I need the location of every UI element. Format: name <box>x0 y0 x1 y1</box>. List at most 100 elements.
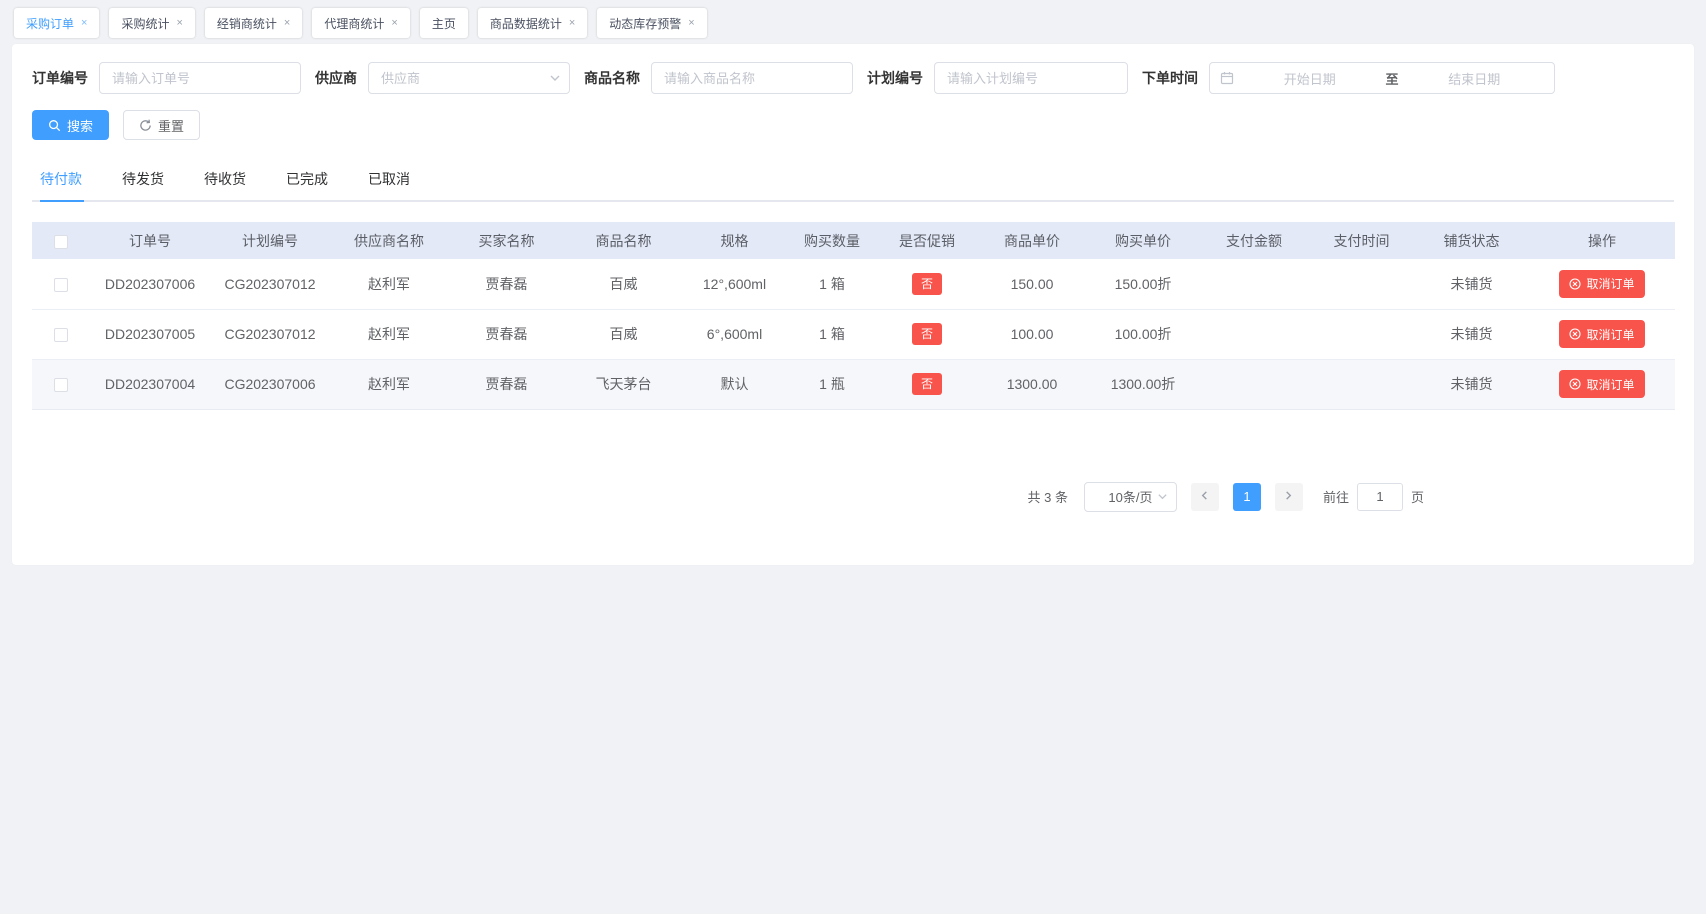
action-buttons: 搜索 重置 <box>32 110 1674 140</box>
select-all-checkbox[interactable] <box>54 235 68 249</box>
cell-supplier: 赵利军 <box>330 359 448 409</box>
cell-buy-price: 1300.00折 <box>1087 359 1199 409</box>
tab-cancelled[interactable]: 已取消 <box>348 162 430 200</box>
cancel-order-button[interactable]: 取消订单 <box>1559 370 1644 398</box>
cancel-icon <box>1569 378 1581 390</box>
page-number-current[interactable]: 1 <box>1233 483 1261 511</box>
tag-dealer-stats[interactable]: 经销商统计 × <box>205 8 302 38</box>
order-time-label: 下单时间 <box>1142 68 1198 88</box>
row-checkbox[interactable] <box>54 378 68 392</box>
order-no-label: 订单编号 <box>32 68 88 88</box>
col-buy-price: 购买单价 <box>1087 222 1199 259</box>
close-icon[interactable]: × <box>391 18 397 29</box>
tag-product-data-stats[interactable]: 商品数据统计 × <box>478 8 587 38</box>
cell-buy-price: 150.00折 <box>1087 259 1199 309</box>
col-qty: 购买数量 <box>787 222 877 259</box>
cell-product: 百威 <box>565 259 682 309</box>
cell-buyer: 贾春磊 <box>448 359 565 409</box>
cell-spec: 12°,600ml <box>682 259 787 309</box>
tab-pending-payment[interactable]: 待付款 <box>32 162 102 200</box>
close-icon[interactable]: × <box>284 18 290 29</box>
close-icon[interactable]: × <box>81 18 87 29</box>
row-checkbox[interactable] <box>54 278 68 292</box>
tag-label: 动态库存预警 <box>609 15 681 32</box>
filter-order-no: 订单编号 <box>32 62 301 94</box>
filter-plan-no: 计划编号 <box>867 62 1128 94</box>
close-icon[interactable]: × <box>569 18 575 29</box>
tag-agent-stats[interactable]: 代理商统计 × <box>312 8 409 38</box>
tag-label: 经销商统计 <box>217 15 277 32</box>
cell-plan-no: CG202307006 <box>210 359 330 409</box>
cell-spec: 6°,600ml <box>682 309 787 359</box>
tag-bar: 采购订单 × 采购统计 × 经销商统计 × 代理商统计 × 主页 商品数据统计 … <box>0 0 1706 44</box>
reset-button[interactable]: 重置 <box>123 110 200 140</box>
order-no-input[interactable] <box>99 62 301 94</box>
cancel-order-button[interactable]: 取消订单 <box>1559 270 1644 298</box>
cancel-order-label: 取消订单 <box>1586 275 1634 292</box>
cell-buy-price: 100.00折 <box>1087 309 1199 359</box>
cell-stock-status: 未铺货 <box>1414 259 1529 309</box>
cell-buyer: 贾春磊 <box>448 259 565 309</box>
pagination: 共 3 条 10条/页 1 前往 页 <box>32 482 1674 512</box>
supplier-label: 供应商 <box>315 68 357 88</box>
cell-pay-amount <box>1199 259 1309 309</box>
table-row: DD202307005 CG202307012 赵利军 贾春磊 百威 6°,60… <box>32 309 1675 359</box>
goto-suffix: 页 <box>1411 487 1424 506</box>
order-status-tabs: 待付款 待发货 待收货 已完成 已取消 <box>32 162 1674 202</box>
page-size-select[interactable]: 10条/页 <box>1084 482 1177 512</box>
col-supplier: 供应商名称 <box>330 222 448 259</box>
filter-product-name: 商品名称 <box>584 62 853 94</box>
search-icon <box>48 119 61 132</box>
tag-purchase-stats[interactable]: 采购统计 × <box>109 8 194 38</box>
goto-page-input[interactable] <box>1357 483 1403 511</box>
tag-label: 采购统计 <box>121 15 169 32</box>
col-promo: 是否促销 <box>877 222 977 259</box>
col-stock-status: 铺货状态 <box>1414 222 1529 259</box>
prev-page-button[interactable] <box>1191 483 1219 511</box>
cell-pay-amount <box>1199 309 1309 359</box>
tab-completed[interactable]: 已完成 <box>266 162 348 200</box>
tag-home[interactable]: 主页 <box>420 8 468 38</box>
plan-no-input[interactable] <box>934 62 1128 94</box>
goto-page: 前往 页 <box>1323 483 1424 511</box>
tag-stock-warning[interactable]: 动态库存预警 × <box>597 8 706 38</box>
end-date-placeholder[interactable]: 结束日期 <box>1405 69 1545 88</box>
tag-purchase-orders[interactable]: 采购订单 × <box>14 8 99 38</box>
cancel-order-button[interactable]: 取消订单 <box>1559 320 1644 348</box>
orders-table: 订单号 计划编号 供应商名称 买家名称 商品名称 规格 购买数量 是否促销 商品… <box>32 222 1675 410</box>
tag-label: 商品数据统计 <box>490 15 562 32</box>
cell-qty: 1 瓶 <box>787 359 877 409</box>
chevron-left-icon <box>1199 489 1210 504</box>
search-button[interactable]: 搜索 <box>32 110 109 140</box>
close-icon[interactable]: × <box>688 18 694 29</box>
cell-stock-status: 未铺货 <box>1414 309 1529 359</box>
cell-buyer: 贾春磊 <box>448 309 565 359</box>
col-pay-amount: 支付金额 <box>1199 222 1309 259</box>
promo-badge: 否 <box>912 323 942 345</box>
cell-unit-price: 1300.00 <box>977 359 1087 409</box>
cell-qty: 1 箱 <box>787 259 877 309</box>
pagination-total: 共 3 条 <box>1028 487 1068 506</box>
supplier-select-input[interactable] <box>368 62 570 94</box>
date-range-separator: 至 <box>1380 69 1405 88</box>
row-checkbox[interactable] <box>54 328 68 342</box>
goto-label: 前往 <box>1323 487 1349 506</box>
product-name-input[interactable] <box>651 62 853 94</box>
promo-badge: 否 <box>912 373 942 395</box>
refresh-icon <box>139 119 152 132</box>
tab-pending-receipt[interactable]: 待收货 <box>184 162 266 200</box>
table-row: DD202307004 CG202307006 赵利军 贾春磊 飞天茅台 默认 … <box>32 359 1675 409</box>
start-date-placeholder[interactable]: 开始日期 <box>1240 69 1380 88</box>
close-icon[interactable]: × <box>176 18 182 29</box>
cell-order-no: DD202307006 <box>90 259 210 309</box>
supplier-select[interactable] <box>368 62 570 94</box>
tab-pending-shipment[interactable]: 待发货 <box>102 162 184 200</box>
col-unit-price: 商品单价 <box>977 222 1087 259</box>
order-time-range-picker[interactable]: 开始日期 至 结束日期 <box>1209 62 1555 94</box>
col-buyer: 买家名称 <box>448 222 565 259</box>
next-page-button[interactable] <box>1275 483 1303 511</box>
product-name-label: 商品名称 <box>584 68 640 88</box>
cell-pay-time <box>1309 259 1414 309</box>
cell-unit-price: 100.00 <box>977 309 1087 359</box>
col-order-no: 订单号 <box>90 222 210 259</box>
